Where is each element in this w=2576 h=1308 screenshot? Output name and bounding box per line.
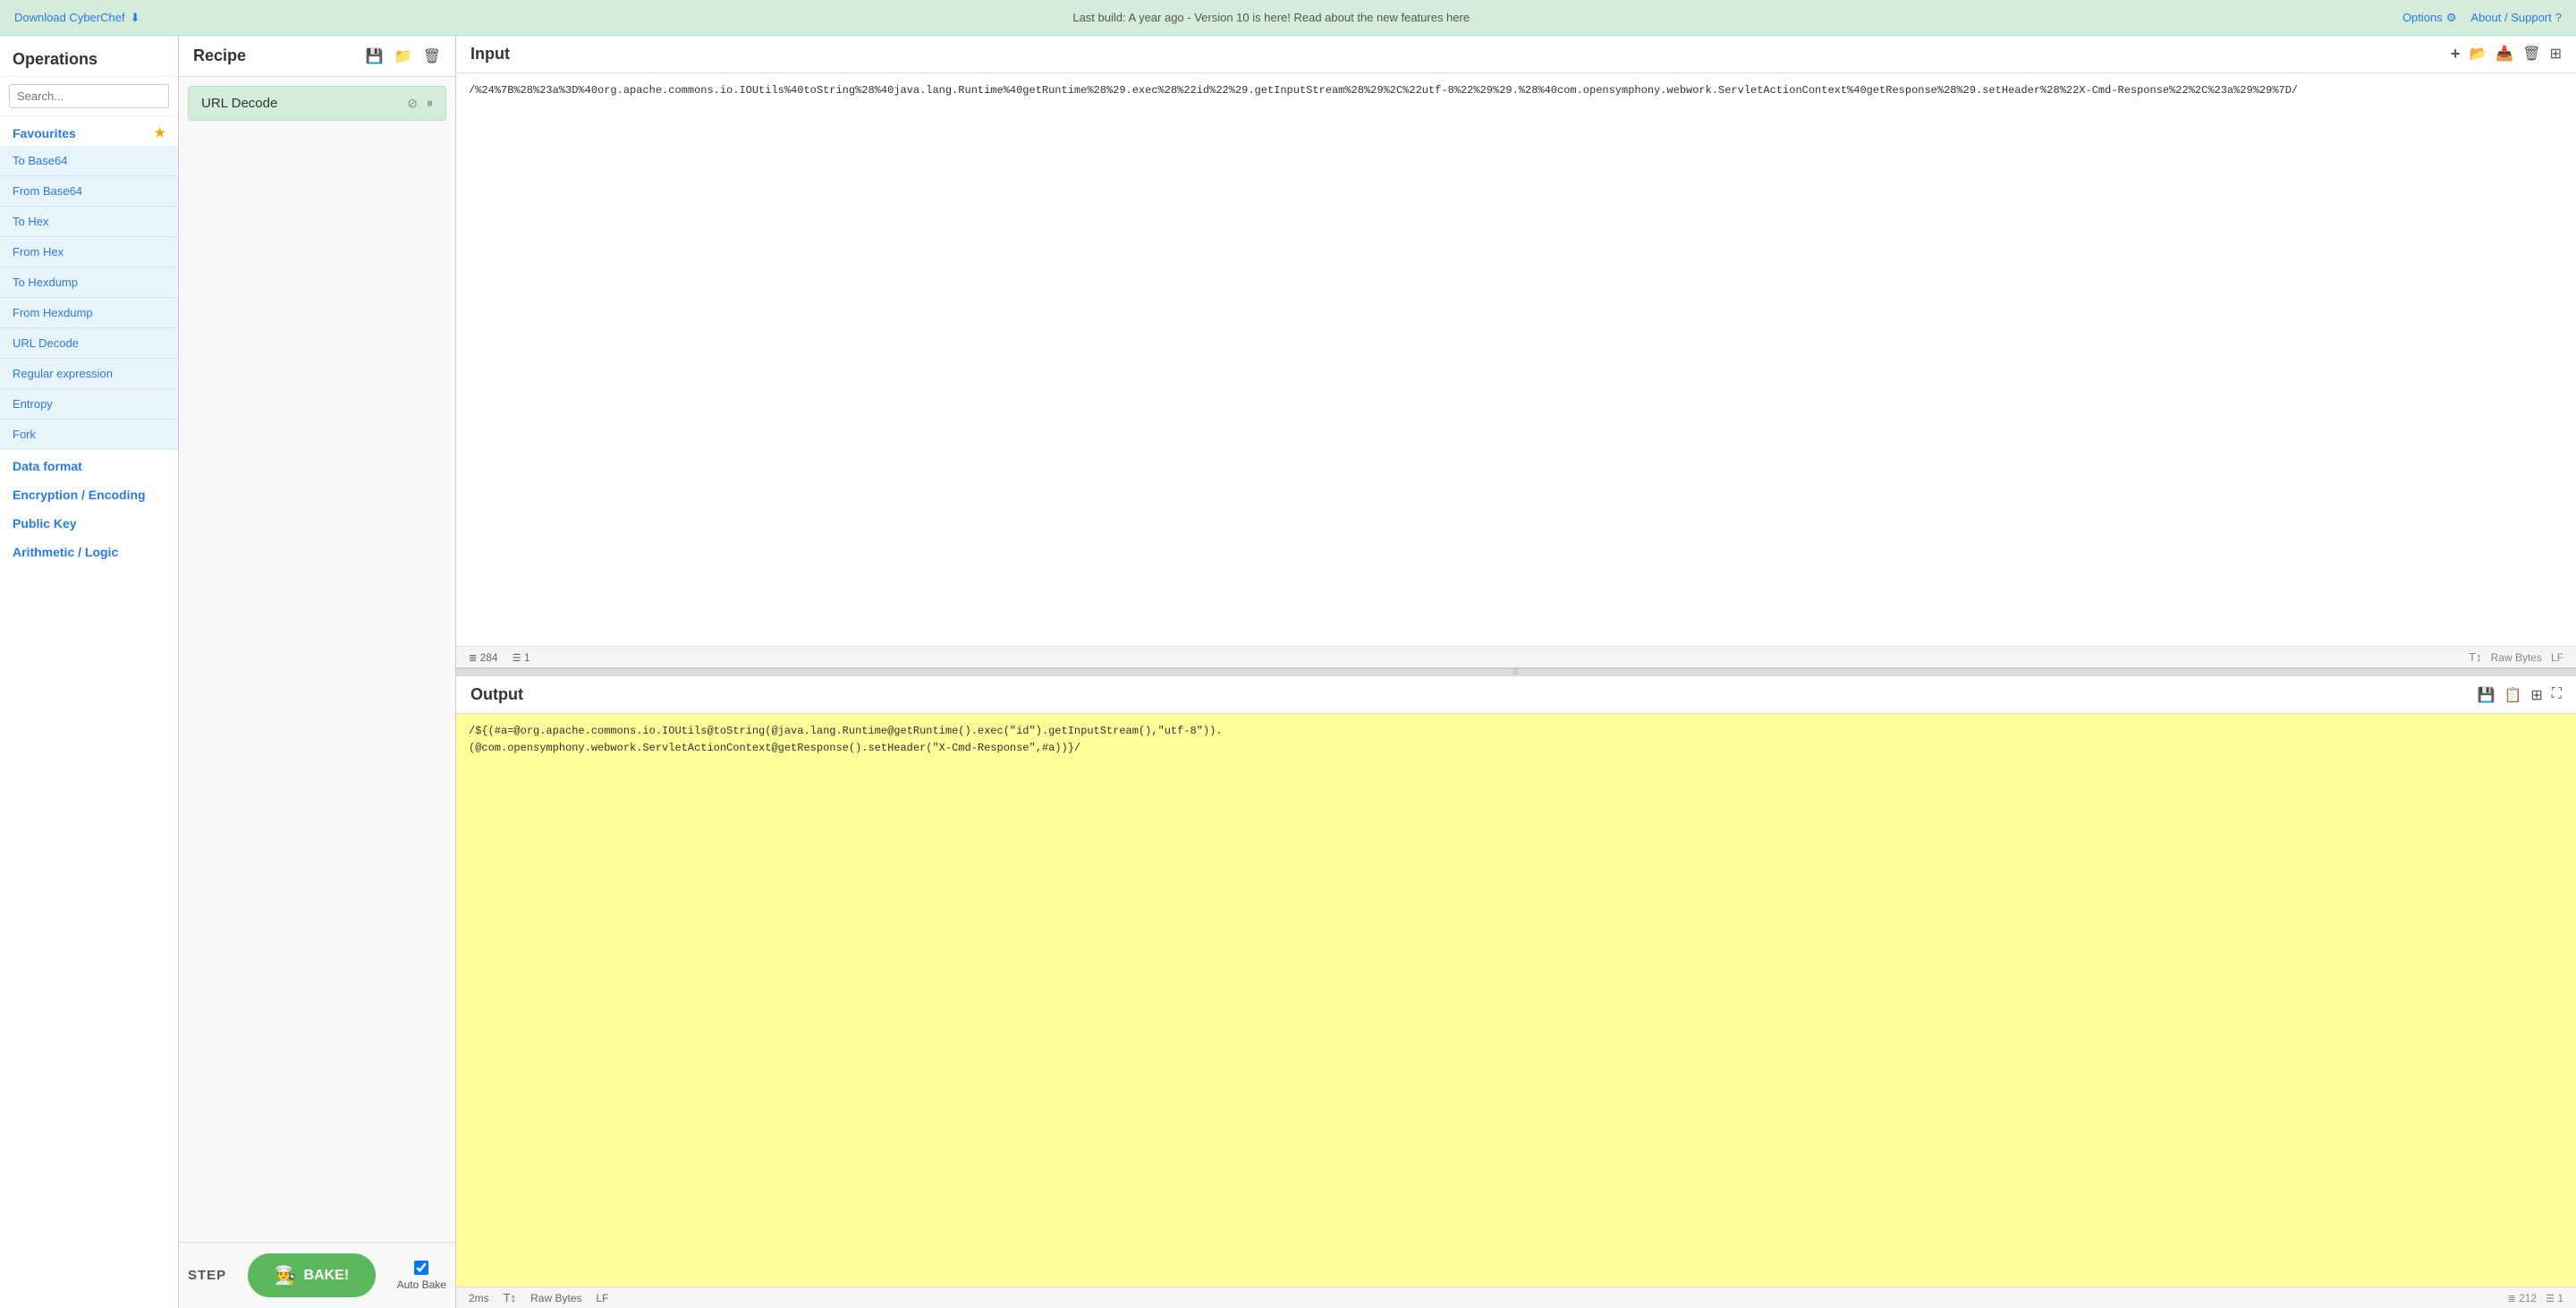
input-title: Input: [470, 45, 510, 64]
sidebar: Operations Favourites ★ To Base64 From B…: [0, 36, 179, 1308]
disable-step-icon[interactable]: ⊘: [407, 96, 418, 111]
step-action-icons: ⊘ ⏸: [407, 96, 433, 111]
save-output-icon[interactable]: 💾: [2478, 686, 2496, 704]
recipe-footer: STEP 👨‍🍳 BAKE! Auto Bake: [179, 1242, 455, 1308]
output-footer: 2ms T↕ Raw Bytes LF ≣ 212 ☰ 1: [456, 1287, 2576, 1308]
options-label: Options: [2402, 11, 2443, 24]
input-char-count: ≣ 284: [469, 651, 498, 664]
recipe-title: Recipe: [193, 47, 246, 65]
input-footer: ≣ 284 ☰ 1 T↕ Raw Bytes LF: [456, 646, 2576, 667]
section-data-format[interactable]: Data format: [0, 450, 178, 479]
step-name: URL Decode: [201, 96, 277, 111]
sidebar-item-regular-expression[interactable]: Regular expression: [0, 359, 178, 389]
star-icon: ★: [154, 125, 165, 140]
favourites-header[interactable]: Favourites ★: [0, 116, 178, 146]
output-time: 2ms: [469, 1292, 489, 1304]
output-newline-label: LF: [596, 1292, 608, 1304]
operations-header: Operations: [0, 36, 178, 77]
split-view-icon[interactable]: ⊞: [2550, 45, 2562, 64]
import-input-icon[interactable]: 📥: [2496, 45, 2513, 64]
help-icon: ?: [2555, 11, 2562, 24]
copy-output-icon[interactable]: 📋: [2504, 686, 2521, 704]
resize-handle[interactable]: [456, 669, 2576, 676]
clear-recipe-icon[interactable]: 🗑: [423, 47, 441, 65]
recipe-step-url-decode: URL Decode ⊘ ⏸: [188, 86, 446, 121]
sidebar-item-url-decode[interactable]: URL Decode: [0, 328, 178, 359]
sidebar-item-to-hex[interactable]: To Hex: [0, 207, 178, 237]
io-panel: Input + 📂 📥 🗑 ⊞ ≣ 284 ☰: [456, 36, 2576, 1308]
delete-input-icon[interactable]: 🗑: [2522, 45, 2540, 64]
top-banner: Download CyberChef ⬇ Last build: A year …: [0, 0, 2576, 36]
main-layout: Operations Favourites ★ To Base64 From B…: [0, 36, 2576, 1308]
input-line-count: ☰ 1: [513, 651, 530, 664]
input-options: T↕ Raw Bytes LF: [2469, 650, 2563, 664]
new-window-icon[interactable]: ⊞: [2530, 686, 2542, 704]
options-link[interactable]: Options ⚙: [2402, 11, 2456, 25]
output-title: Output: [470, 685, 523, 704]
chef-icon: 👨‍🍳: [275, 1264, 297, 1287]
auto-bake-label: Auto Bake: [397, 1278, 446, 1291]
load-input-icon[interactable]: 📂: [2469, 45, 2487, 64]
output-char-stats: ≣ 212 ☰ 1: [2508, 1292, 2564, 1304]
sidebar-item-entropy[interactable]: Entropy: [0, 389, 178, 420]
sidebar-item-to-hexdump[interactable]: To Hexdump: [0, 268, 178, 298]
download-link[interactable]: Download CyberChef ⬇: [14, 11, 140, 25]
load-recipe-icon[interactable]: 📁: [394, 47, 412, 65]
bake-label: BAKE!: [304, 1268, 350, 1284]
recipe-steps: URL Decode ⊘ ⏸: [179, 77, 455, 1242]
pause-step-icon[interactable]: ⏸: [427, 96, 433, 111]
input-header: Input + 📂 📥 🗑 ⊞: [456, 36, 2576, 73]
auto-bake-wrapper: Auto Bake: [397, 1261, 446, 1291]
search-box: [0, 77, 178, 116]
fullscreen-icon[interactable]: ⛶: [2552, 686, 2562, 704]
recipe-header-icons: 💾 📁 🗑: [366, 47, 441, 65]
add-input-icon[interactable]: +: [2451, 45, 2461, 64]
sidebar-item-from-base64[interactable]: From Base64: [0, 176, 178, 207]
input-stats: ≣ 284 ☰ 1: [469, 651, 530, 664]
auto-bake-checkbox[interactable]: [414, 1261, 428, 1275]
search-input[interactable]: [9, 84, 169, 108]
output-stats: 2ms T↕ Raw Bytes LF: [469, 1291, 609, 1304]
save-recipe-icon[interactable]: 💾: [366, 47, 384, 65]
output-content: /${(#a=@org.apache.commons.io.IOUtils@to…: [456, 714, 2576, 1287]
input-font-icon: T↕: [2469, 650, 2481, 664]
gear-icon: ⚙: [2446, 11, 2457, 25]
section-encryption-encoding[interactable]: Encryption / Encoding: [0, 479, 178, 507]
input-header-icons: + 📂 📥 🗑 ⊞: [2451, 45, 2562, 64]
step-button[interactable]: STEP: [188, 1268, 226, 1283]
input-newline-label: LF: [2551, 651, 2563, 664]
output-font-icon: T↕: [504, 1291, 516, 1304]
section-public-key[interactable]: Public Key: [0, 507, 178, 536]
banner-right-links: Options ⚙ About / Support ?: [2402, 11, 2562, 25]
sidebar-item-to-base64[interactable]: To Base64: [0, 146, 178, 176]
sidebar-item-from-hex[interactable]: From Hex: [0, 237, 178, 268]
output-header-icons: 💾 📋 ⊞ ⛶: [2478, 686, 2562, 704]
sidebar-item-fork[interactable]: Fork: [0, 420, 178, 450]
download-icon: ⬇: [131, 11, 140, 25]
favourites-label: Favourites: [13, 126, 76, 140]
sidebar-item-from-hexdump[interactable]: From Hexdump: [0, 298, 178, 328]
output-section: Output 💾 📋 ⊞ ⛶ /${(#a=@org.apache.common…: [456, 676, 2576, 1308]
recipe-panel: Recipe 💾 📁 🗑 URL Decode ⊘ ⏸ STEP 👨‍🍳 BAK…: [179, 36, 456, 1308]
input-section: Input + 📂 📥 🗑 ⊞ ≣ 284 ☰: [456, 36, 2576, 669]
bake-button[interactable]: 👨‍🍳 BAKE!: [248, 1253, 377, 1297]
output-raw-bytes-label[interactable]: Raw Bytes: [530, 1292, 581, 1304]
banner-message: Last build: A year ago - Version 10 is h…: [1072, 11, 1470, 24]
output-line-count: ☰ 1: [2546, 1292, 2563, 1304]
recipe-header: Recipe 💾 📁 🗑: [179, 36, 455, 77]
download-label: Download CyberChef: [14, 11, 125, 24]
output-char-count: ≣ 212: [2508, 1292, 2538, 1304]
section-arithmetic-logic[interactable]: Arithmetic / Logic: [0, 536, 178, 565]
about-label: About / Support: [2470, 11, 2551, 24]
input-textarea[interactable]: [456, 73, 2576, 646]
output-header: Output 💾 📋 ⊞ ⛶: [456, 676, 2576, 714]
input-raw-bytes-label[interactable]: Raw Bytes: [2491, 651, 2542, 664]
about-link[interactable]: About / Support ?: [2470, 11, 2562, 24]
sidebar-list: Favourites ★ To Base64 From Base64 To He…: [0, 116, 178, 1308]
